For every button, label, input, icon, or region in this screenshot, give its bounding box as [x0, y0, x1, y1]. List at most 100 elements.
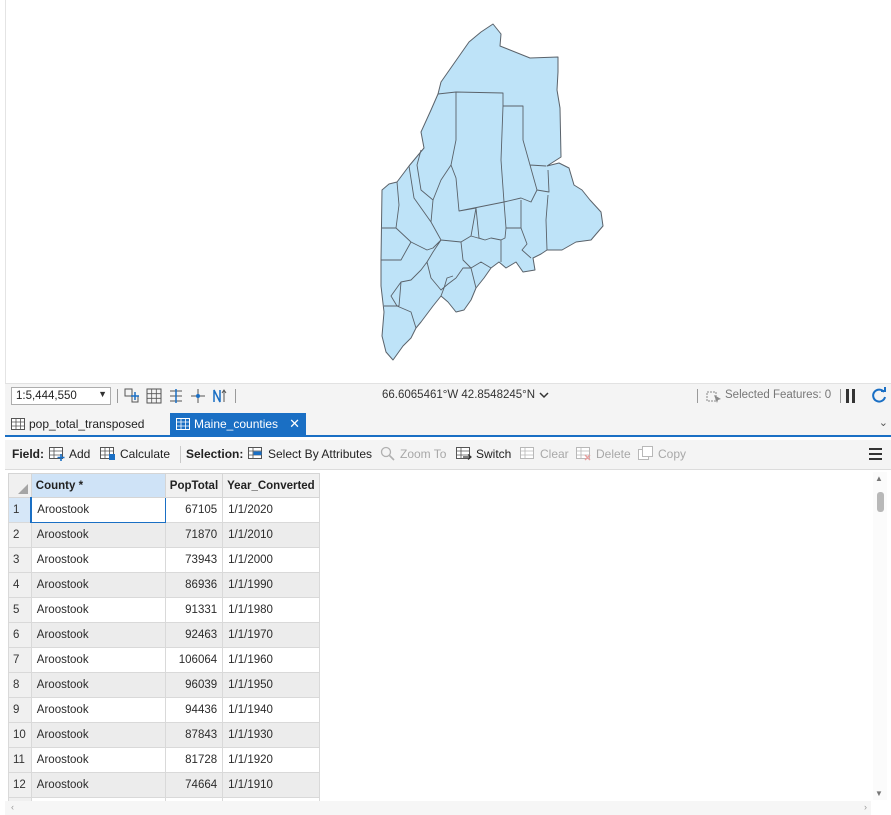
- cell-year-converted[interactable]: 1/1/1910: [222, 772, 320, 798]
- add-field-button[interactable]: Add: [49, 447, 90, 461]
- cell-poptotal[interactable]: 71870: [164, 522, 224, 548]
- zoom-to-button[interactable]: Zoom To: [380, 446, 446, 461]
- north-arrow-icon[interactable]: [211, 387, 229, 405]
- row-number[interactable]: 7: [8, 647, 32, 673]
- row-number[interactable]: 10: [8, 722, 32, 748]
- maine-state-outline: [380, 23, 604, 361]
- row-number[interactable]: 9: [8, 697, 32, 723]
- map-view[interactable]: [5, 0, 891, 383]
- constraints-icon[interactable]: [167, 387, 185, 405]
- table-row[interactable]: 10 Aroostook 87843 1/1/1930: [8, 722, 320, 748]
- row-number[interactable]: 8: [8, 672, 32, 698]
- cell-poptotal[interactable]: 96039: [164, 672, 224, 698]
- table-row[interactable]: 5 Aroostook 91331 1/1/1980: [8, 597, 320, 623]
- cell-year-converted[interactable]: 1/1/1960: [222, 647, 320, 673]
- table-row[interactable]: 4 Aroostook 86936 1/1/1990: [8, 572, 320, 598]
- cell-year-converted[interactable]: 1/1/2000: [222, 547, 320, 573]
- cell-county[interactable]: Aroostook: [30, 647, 166, 673]
- table-row[interactable]: 1 Aroostook 67105 1/1/2020: [8, 497, 320, 523]
- cell-county[interactable]: Aroostook: [30, 572, 166, 598]
- cell-poptotal[interactable]: 81728: [164, 747, 224, 773]
- cell-poptotal[interactable]: 94436: [164, 697, 224, 723]
- copy-button[interactable]: Copy: [638, 446, 687, 461]
- row-number[interactable]: 1: [8, 497, 32, 523]
- scroll-down-icon[interactable]: ▼: [875, 789, 883, 798]
- horizontal-scrollbar[interactable]: ‹ ›: [5, 801, 871, 815]
- column-header-poptotal[interactable]: PopTotal: [164, 473, 224, 498]
- scroll-up-icon[interactable]: ▲: [875, 474, 883, 483]
- selected-features-icon[interactable]: [705, 387, 723, 405]
- switch-selection-button[interactable]: Switch: [456, 447, 511, 461]
- close-icon[interactable]: ✕: [289, 416, 300, 432]
- scroll-left-icon[interactable]: ‹: [11, 802, 14, 812]
- row-number[interactable]: 2: [8, 522, 32, 548]
- pause-drawing-icon[interactable]: [846, 389, 856, 403]
- cell-year-converted[interactable]: 1/1/1920: [222, 747, 320, 773]
- row-number[interactable]: 6: [8, 622, 32, 648]
- cell-poptotal[interactable]: 73943: [164, 547, 224, 573]
- scroll-right-icon[interactable]: ›: [864, 802, 867, 812]
- cell-year-converted[interactable]: 1/1/1970: [222, 622, 320, 648]
- row-number[interactable]: 5: [8, 597, 32, 623]
- table-row[interactable]: 12 Aroostook 74664 1/1/1910: [8, 772, 320, 798]
- attribute-table-view: County * PopTotal Year_Converted 1 Aroos…: [5, 470, 891, 802]
- cell-poptotal[interactable]: 86936: [164, 572, 224, 598]
- vertical-scrollbar[interactable]: ▲ ▼: [873, 472, 887, 800]
- snapping-icon[interactable]: [123, 387, 141, 405]
- table-row[interactable]: 8 Aroostook 96039 1/1/1950: [8, 672, 320, 698]
- table-row[interactable]: 3 Aroostook 73943 1/1/2000: [8, 547, 320, 573]
- table-row[interactable]: 11 Aroostook 81728 1/1/1920: [8, 747, 320, 773]
- cell-county[interactable]: Aroostook: [30, 697, 166, 723]
- cell-county[interactable]: Aroostook: [30, 497, 166, 523]
- cell-poptotal[interactable]: 74664: [164, 772, 224, 798]
- cell-county[interactable]: Aroostook: [30, 597, 166, 623]
- row-number[interactable]: 12: [8, 772, 32, 798]
- grid-icon[interactable]: [145, 387, 163, 405]
- delete-button[interactable]: Delete: [576, 447, 631, 461]
- cell-year-converted[interactable]: 1/1/2010: [222, 522, 320, 548]
- row-number[interactable]: 11: [8, 747, 32, 773]
- clear-selection-button[interactable]: Clear: [520, 447, 569, 461]
- row-number[interactable]: 3: [8, 547, 32, 573]
- cell-year-converted[interactable]: 1/1/1990: [222, 572, 320, 598]
- row-number[interactable]: 4: [8, 572, 32, 598]
- copy-label: Copy: [658, 447, 687, 461]
- chevron-down-icon[interactable]: [538, 387, 550, 403]
- cell-county[interactable]: Aroostook: [30, 747, 166, 773]
- column-header-county[interactable]: County *: [30, 473, 166, 498]
- cell-poptotal[interactable]: 87843: [164, 722, 224, 748]
- cell-county[interactable]: Aroostook: [30, 772, 166, 798]
- calculate-field-button[interactable]: Calculate: [100, 447, 170, 461]
- table-row[interactable]: 7 Aroostook 106064 1/1/1960: [8, 647, 320, 673]
- cell-poptotal[interactable]: 67105: [164, 497, 224, 523]
- cell-county[interactable]: Aroostook: [30, 547, 166, 573]
- maine-counties-map[interactable]: [6, 0, 891, 383]
- cell-year-converted[interactable]: 1/1/2020: [222, 497, 320, 523]
- menu-icon[interactable]: [869, 448, 882, 463]
- select-by-attributes-button[interactable]: Select By Attributes: [248, 447, 372, 461]
- map-status-bar: 1:5,444,550 ▼ 66.6065461°W 42.8548245°N …: [5, 383, 891, 408]
- cell-poptotal[interactable]: 106064: [164, 647, 224, 673]
- table-row[interactable]: 6 Aroostook 92463 1/1/1970: [8, 622, 320, 648]
- cell-county[interactable]: Aroostook: [30, 672, 166, 698]
- select-all-corner[interactable]: [8, 473, 32, 498]
- cell-year-converted[interactable]: 1/1/1940: [222, 697, 320, 723]
- tab-pop-total-transposed[interactable]: pop_total_transposed: [5, 413, 165, 435]
- refresh-icon[interactable]: [870, 387, 888, 405]
- tab-maine-counties[interactable]: Maine_counties ✕: [170, 413, 306, 435]
- column-header-year-converted[interactable]: Year_Converted: [222, 473, 320, 498]
- cell-year-converted[interactable]: 1/1/1980: [222, 597, 320, 623]
- cell-county[interactable]: Aroostook: [30, 522, 166, 548]
- cell-county[interactable]: Aroostook: [30, 622, 166, 648]
- crosshair-icon[interactable]: [189, 387, 207, 405]
- chevron-down-icon[interactable]: ⌄: [879, 416, 888, 429]
- cell-county[interactable]: Aroostook: [30, 722, 166, 748]
- cell-poptotal[interactable]: 92463: [164, 622, 224, 648]
- cell-year-converted[interactable]: 1/1/1930: [222, 722, 320, 748]
- table-row[interactable]: 2 Aroostook 71870 1/1/2010: [8, 522, 320, 548]
- table-row[interactable]: 9 Aroostook 94436 1/1/1940: [8, 697, 320, 723]
- cell-year-converted[interactable]: 1/1/1950: [222, 672, 320, 698]
- scale-selector[interactable]: 1:5,444,550 ▼: [11, 387, 111, 405]
- cell-poptotal[interactable]: 91331: [164, 597, 224, 623]
- scrollbar-thumb[interactable]: [877, 492, 884, 512]
